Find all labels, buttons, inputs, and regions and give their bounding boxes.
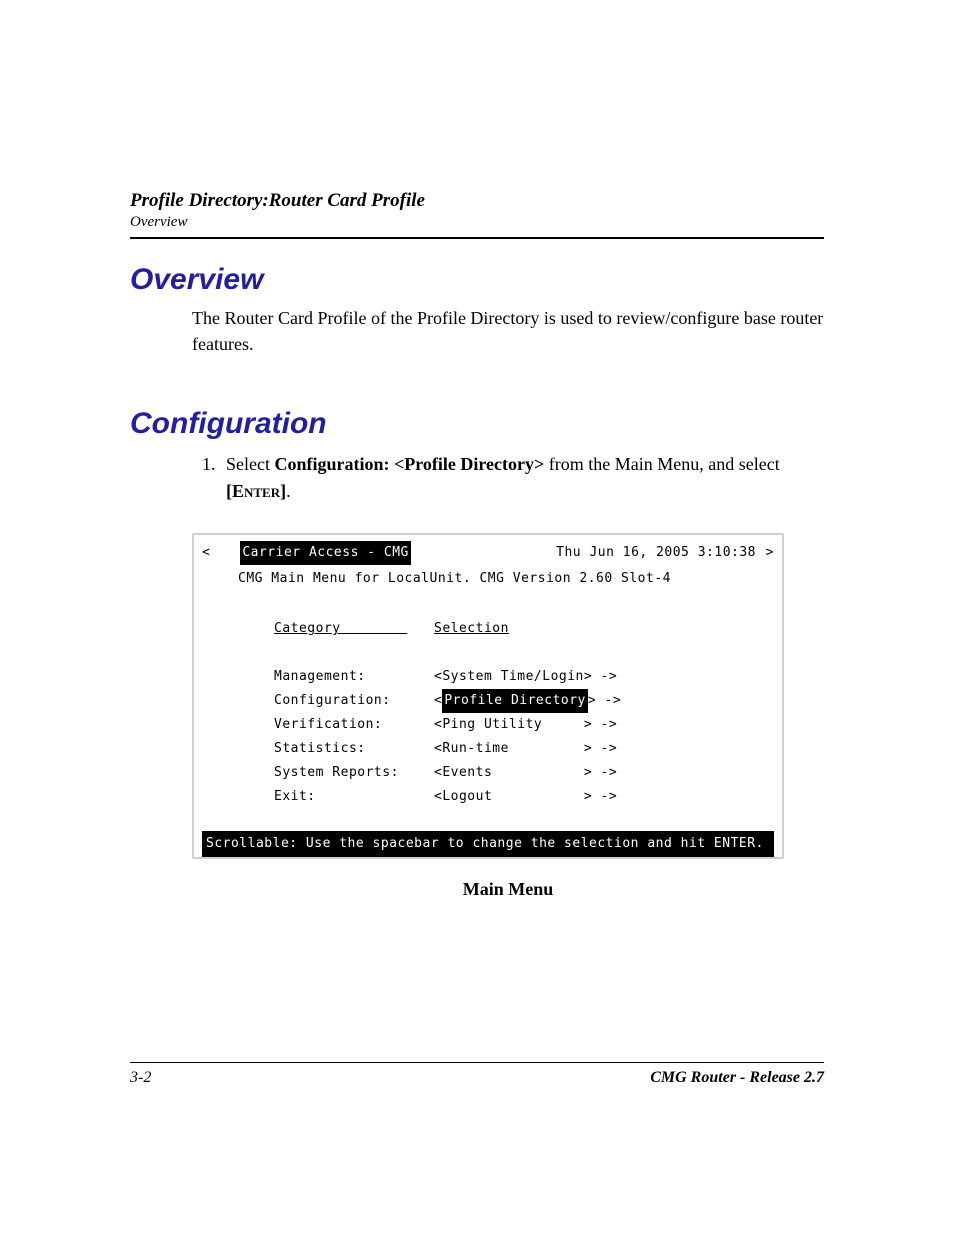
footer-doc-title: CMG Router - Release 2.7 [650, 1069, 824, 1087]
running-header: Profile Directory:Router Card Profile Ov… [130, 190, 824, 239]
terminal-footer-hint: Scrollable: Use the spacebar to change t… [202, 831, 774, 857]
terminal-window: < Carrier Access - CMG Thu Jun 16, 2005 … [192, 533, 784, 859]
menu-row-management[interactable]: Management: <System Time/Login> -> [202, 665, 774, 689]
menu-row-exit[interactable]: Exit: <Logout > -> [202, 785, 774, 809]
header-subtitle: Overview [130, 214, 824, 231]
terminal-caption: Main Menu [192, 879, 824, 900]
menu-sel: <Events > -> [434, 761, 617, 785]
menu-cat: Statistics: [274, 737, 434, 761]
menu-cat: Verification: [274, 713, 434, 737]
menu-row-statistics[interactable]: Statistics: <Run-time > -> [202, 737, 774, 761]
terminal-subtitle: CMG Main Menu for LocalUnit. CMG Version… [238, 567, 671, 591]
configuration-heading: Configuration [130, 407, 824, 441]
menu-sel: <Run-time > -> [434, 737, 617, 761]
menu-row-configuration[interactable]: Configuration: <Profile Directory> -> [202, 689, 774, 713]
footer-page-number: 3-2 [130, 1069, 151, 1087]
footer-rule [130, 1062, 824, 1063]
terminal-col-selection: Selection [434, 617, 509, 641]
terminal-timestamp: Thu Jun 16, 2005 3:10:38 [556, 541, 756, 565]
step1-text-post: . [286, 481, 291, 501]
header-rule [130, 237, 824, 239]
overview-paragraph: The Router Card Profile of the Profile D… [192, 305, 824, 357]
term-arrow-right: > [756, 541, 774, 565]
step1-text-mid: from the Main Menu, and select [544, 454, 779, 474]
menu-sel-open: < [434, 689, 442, 713]
menu-sel: <Logout > -> [434, 785, 617, 809]
page-footer: 3-2 CMG Router - Release 2.7 [130, 1062, 824, 1087]
terminal-figure: < Carrier Access - CMG Thu Jun 16, 2005 … [192, 533, 824, 900]
menu-cat: Exit: [274, 785, 434, 809]
overview-heading: Overview [130, 263, 824, 297]
menu-cat: Configuration: [274, 689, 434, 713]
terminal-top-row: < Carrier Access - CMG Thu Jun 16, 2005 … [202, 541, 774, 565]
menu-row-verification[interactable]: Verification: <Ping Utility > -> [202, 713, 774, 737]
menu-cat: Management: [274, 665, 434, 689]
terminal-subtitle-row: CMG Main Menu for LocalUnit. CMG Version… [202, 565, 774, 593]
configuration-step-1: Select Configuration: <Profile Directory… [220, 451, 824, 505]
menu-cat: System Reports: [274, 761, 434, 785]
menu-row-system-reports[interactable]: System Reports: <Events > -> [202, 761, 774, 785]
menu-sel: <System Time/Login> -> [434, 665, 617, 689]
step1-bold: Configuration: <Profile Directory> [274, 454, 544, 474]
terminal-app-title: Carrier Access - CMG [240, 541, 411, 565]
menu-sel-close: > -> [588, 689, 621, 713]
step1-key: [Enter] [226, 481, 286, 501]
header-title: Profile Directory:Router Card Profile [130, 190, 824, 212]
menu-sel-highlight: Profile Directory [442, 689, 588, 713]
document-page: Profile Directory:Router Card Profile Ov… [0, 0, 954, 1235]
terminal-col-category: Category [274, 617, 434, 641]
menu-sel: <Ping Utility > -> [434, 713, 617, 737]
term-arrow-left: < [202, 541, 210, 565]
terminal-header-row: Category Selection [202, 617, 774, 641]
configuration-steps: Select Configuration: <Profile Directory… [192, 451, 824, 505]
step1-text-pre: Select [226, 454, 274, 474]
